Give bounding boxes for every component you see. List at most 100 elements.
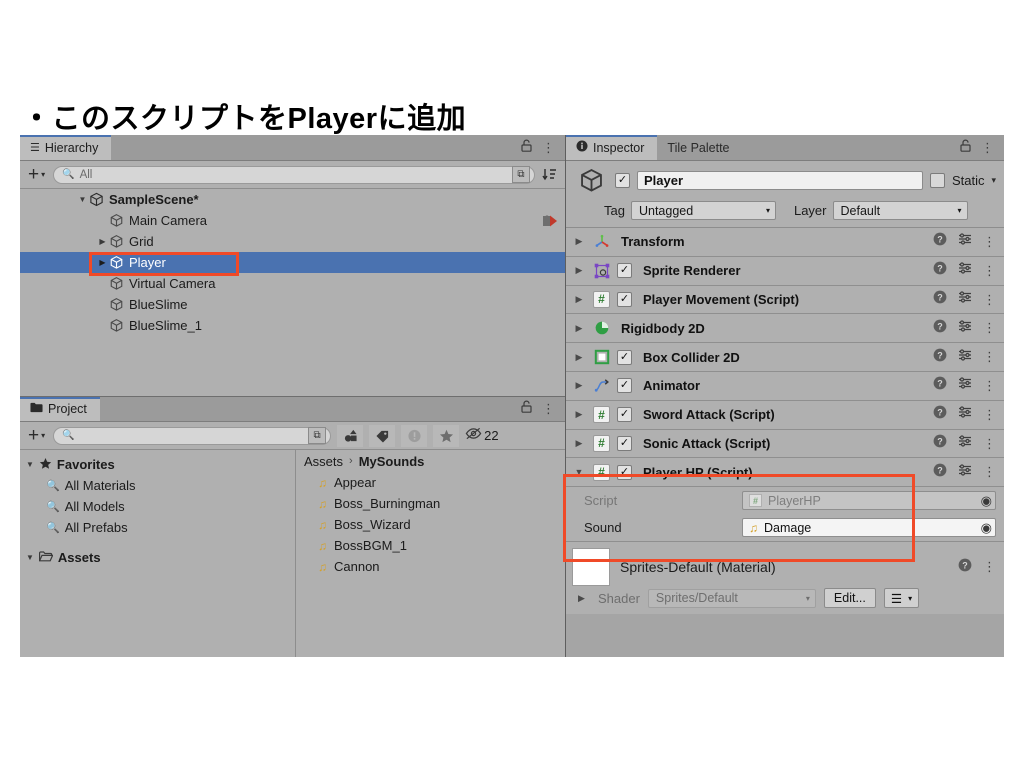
component-player-movement[interactable]: ▶ # ✓ Player Movement (Script) ? ⋮	[566, 285, 1004, 315]
kebab-menu-icon[interactable]: ⋮	[981, 141, 994, 154]
chevron-down-icon[interactable]: ▾	[991, 175, 996, 186]
kebab-menu-icon[interactable]: ⋮	[983, 379, 996, 392]
help-icon[interactable]: ?	[933, 261, 947, 280]
chevron-down-icon[interactable]: ▼	[26, 553, 34, 562]
component-enabled-checkbox[interactable]: ✓	[617, 464, 632, 480]
hierarchy-item-blueslime-1[interactable]: BlueSlime_1	[20, 315, 565, 336]
hierarchy-item-samplescene[interactable]: ▼ SampleScene*	[20, 189, 565, 210]
chevron-right-icon[interactable]: ▶	[572, 265, 586, 276]
help-icon[interactable]: ?	[933, 376, 947, 395]
tab-tile-palette[interactable]: Tile Palette	[657, 135, 743, 160]
object-picker-icon[interactable]: ◉	[981, 493, 992, 509]
chevron-right-icon[interactable]: ▶	[572, 409, 586, 420]
project-search-input[interactable]: 🔍 ⧉	[53, 426, 332, 445]
component-player-hp[interactable]: ▼ # ✓ Player HP (Script) ? ⋮	[566, 458, 1004, 488]
sort-icon[interactable]	[541, 166, 559, 183]
preset-settings-icon[interactable]	[958, 376, 972, 395]
component-sonic-attack[interactable]: ▶ # ✓ Sonic Attack (Script) ? ⋮	[566, 429, 1004, 459]
edit-shader-button[interactable]: Edit...	[823, 588, 876, 609]
create-asset-button[interactable]: + ▾	[26, 426, 47, 445]
shader-list-dropdown[interactable]: ☰ ▾	[883, 588, 920, 609]
tab-inspector[interactable]: Inspector	[566, 135, 658, 160]
favorites-item-all-prefabs[interactable]: 🔍 All Prefabs	[20, 517, 295, 538]
kebab-menu-icon[interactable]: ⋮	[983, 560, 996, 573]
help-icon[interactable]: ?	[933, 405, 947, 424]
breadcrumb[interactable]: Assets › MySounds	[296, 450, 565, 472]
chevron-right-icon[interactable]: ▶	[578, 593, 590, 604]
preset-settings-icon[interactable]	[958, 232, 972, 251]
help-icon[interactable]: ?	[933, 348, 947, 367]
chevron-right-icon[interactable]: ▶	[572, 236, 586, 247]
lock-icon[interactable]	[960, 139, 971, 157]
hierarchy-item-player[interactable]: ▶ Player	[20, 252, 565, 273]
component-enabled-checkbox[interactable]: ✓	[617, 263, 632, 279]
kebab-menu-icon[interactable]: ⋮	[983, 322, 996, 335]
star-icon[interactable]	[433, 424, 460, 447]
list-item[interactable]: ♫ Appear	[296, 472, 565, 493]
expand-window-icon[interactable]: ⧉	[512, 166, 530, 183]
help-icon[interactable]: ?	[933, 232, 947, 251]
preset-settings-icon[interactable]	[958, 348, 972, 367]
tab-project[interactable]: Project	[20, 397, 100, 421]
help-icon[interactable]: ?	[933, 463, 947, 482]
expand-window-icon[interactable]: ⧉	[308, 427, 327, 444]
component-animator[interactable]: ▶ ✓ Animator ? ⋮	[566, 371, 1004, 401]
lock-icon[interactable]	[521, 139, 532, 157]
component-enabled-checkbox[interactable]: ✓	[617, 291, 632, 307]
static-checkbox[interactable]	[929, 173, 945, 188]
preset-settings-icon[interactable]	[958, 261, 972, 280]
kebab-menu-icon[interactable]: ⋮	[983, 466, 996, 479]
help-icon[interactable]: ?	[933, 290, 947, 309]
hierarchy-item-virtual-camera[interactable]: Virtual Camera	[20, 273, 565, 294]
hierarchy-item-grid[interactable]: ▶ Grid	[20, 231, 565, 252]
preset-settings-icon[interactable]	[958, 463, 972, 482]
help-icon[interactable]: ?	[933, 434, 947, 453]
help-icon[interactable]: ?	[958, 558, 972, 577]
create-gameobject-button[interactable]: + ▾	[26, 165, 47, 184]
warning-filter-icon[interactable]	[401, 424, 428, 447]
assets-group-header[interactable]: ▼ Assets	[20, 547, 295, 568]
object-picker-icon[interactable]: ◉	[981, 520, 992, 536]
shader-dropdown[interactable]: Sprites/Default ▾	[647, 588, 816, 608]
chevron-right-icon[interactable]: ▶	[96, 237, 109, 246]
list-item[interactable]: ♫ BossBGM_1	[296, 535, 565, 556]
preset-settings-icon[interactable]	[958, 434, 972, 453]
tag-dropdown[interactable]: Untagged ▾	[630, 201, 776, 220]
hierarchy-item-main-camera[interactable]: Main Camera	[20, 210, 565, 231]
gameobject-enabled-checkbox[interactable]: ✓	[615, 173, 630, 188]
favorites-group-header[interactable]: ▼ Favorites	[20, 454, 295, 475]
kebab-menu-icon[interactable]: ⋮	[542, 402, 555, 415]
kebab-menu-icon[interactable]: ⋮	[983, 350, 996, 363]
layer-dropdown[interactable]: Default ▾	[832, 201, 968, 220]
component-sword-attack[interactable]: ▶ # ✓ Sword Attack (Script) ? ⋮	[566, 400, 1004, 430]
chevron-right-icon[interactable]: ▶	[572, 438, 586, 449]
preset-settings-icon[interactable]	[958, 319, 972, 338]
component-enabled-checkbox[interactable]: ✓	[617, 435, 632, 451]
component-enabled-checkbox[interactable]: ✓	[617, 378, 632, 394]
chevron-right-icon[interactable]: ▶	[572, 323, 586, 334]
chevron-right-icon[interactable]: ▶	[572, 294, 586, 305]
favorites-item-all-materials[interactable]: 🔍 All Materials	[20, 475, 295, 496]
chevron-down-icon[interactable]: ▼	[572, 467, 586, 477]
project-asset-pane[interactable]: Assets › MySounds ♫ Appear ♫ Boss_Burnin…	[296, 450, 565, 657]
lock-icon[interactable]	[521, 400, 532, 418]
kebab-menu-icon[interactable]: ⋮	[983, 235, 996, 248]
component-enabled-checkbox[interactable]: ✓	[617, 349, 632, 365]
help-icon[interactable]: ?	[933, 319, 947, 338]
component-sprite-renderer[interactable]: ▶ ✓ Sprite Renderer ? ⋮	[566, 256, 1004, 286]
component-enabled-checkbox[interactable]: ✓	[617, 407, 632, 423]
list-item[interactable]: ♫ Boss_Burningman	[296, 493, 565, 514]
chevron-right-icon[interactable]: ▶	[96, 258, 109, 267]
list-item[interactable]: ♫ Boss_Wizard	[296, 514, 565, 535]
chevron-down-icon[interactable]: ▼	[76, 195, 89, 204]
chevron-right-icon[interactable]: ▶	[572, 352, 586, 363]
gameobject-name-input[interactable]: Player	[637, 171, 923, 190]
kebab-menu-icon[interactable]: ⋮	[983, 264, 996, 277]
chevron-right-icon[interactable]: ▶	[572, 380, 586, 391]
breadcrumb-root[interactable]: Assets	[304, 454, 343, 469]
kebab-menu-icon[interactable]: ⋮	[983, 293, 996, 306]
kebab-menu-icon[interactable]: ⋮	[983, 408, 996, 421]
kebab-menu-icon[interactable]: ⋮	[983, 437, 996, 450]
hierarchy-tree[interactable]: ▼ SampleScene* Main Camera ▶ Grid ▶ Play…	[20, 189, 565, 396]
list-item[interactable]: ♫ Cannon	[296, 556, 565, 577]
